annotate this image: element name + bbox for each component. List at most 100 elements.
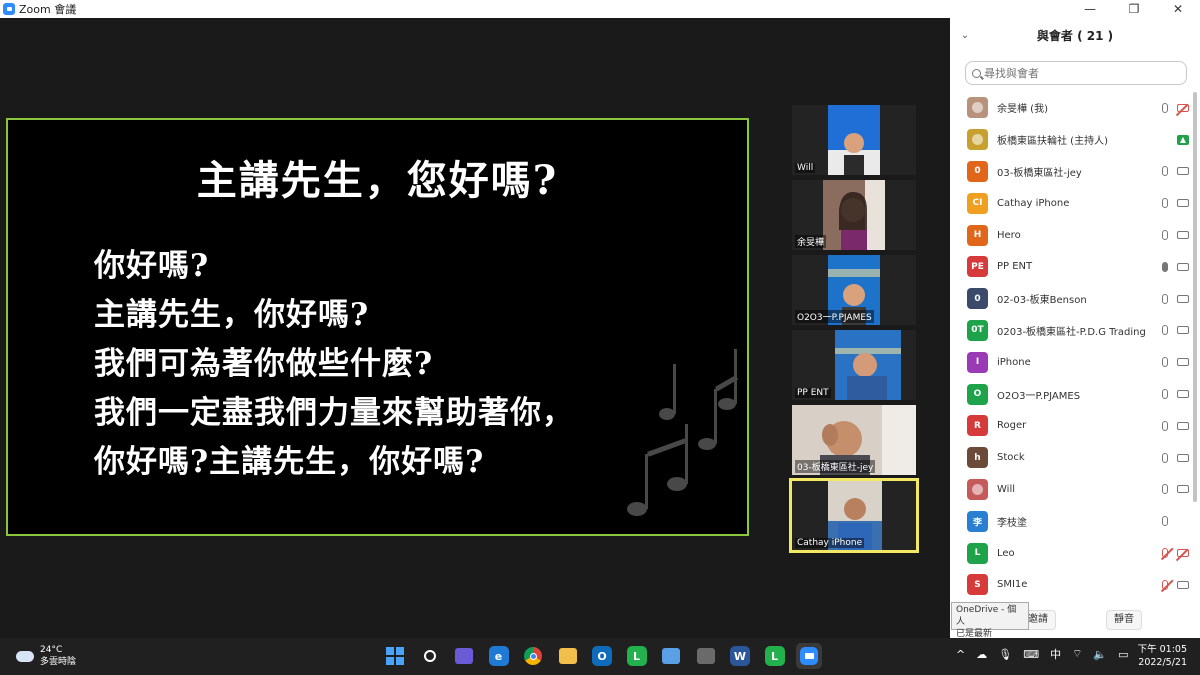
microphone-icon[interactable] — [1162, 166, 1168, 177]
search-icon[interactable] — [417, 643, 443, 669]
volume-icon[interactable]: 🔈 — [1093, 648, 1107, 661]
camera-icon[interactable] — [1177, 390, 1189, 399]
video-tile[interactable]: PP ENT — [792, 330, 916, 400]
line-icon[interactable]: L — [626, 646, 647, 666]
camera-icon[interactable] — [1177, 262, 1189, 271]
zoom-logo-icon — [3, 3, 15, 15]
explorer-icon[interactable] — [555, 643, 581, 669]
participant-row[interactable]: H Hero — [950, 219, 1192, 251]
weather-widget[interactable]: 24°C 多雲時陰 — [16, 644, 76, 668]
microphone-icon[interactable] — [1162, 325, 1168, 336]
camera-icon[interactable] — [1177, 231, 1189, 240]
camera-icon[interactable] — [1177, 485, 1189, 494]
participant-row[interactable]: h Stock — [950, 442, 1192, 474]
close-button[interactable]: ✕ — [1156, 0, 1200, 18]
camera-icon[interactable] — [1177, 167, 1189, 176]
onedrive-icon[interactable]: ☁ — [976, 648, 987, 661]
scrollbar[interactable] — [1193, 92, 1197, 502]
microphone-icon[interactable] — [1162, 357, 1168, 368]
participants-panel: ⌄ 與會者 ( 21 ) 余旻樺 (我) 板橋東區扶輪社 (主持人) ▲ 0 03-板橋… — [950, 18, 1200, 638]
participant-name: PP ENT — [997, 261, 1033, 273]
microphone-icon[interactable] — [1162, 230, 1168, 241]
video-tile[interactable]: O2O3一P.PJAMES — [792, 255, 916, 325]
video-tile[interactable]: Will — [792, 105, 916, 175]
participant-row[interactable]: CI Cathay iPhone — [950, 187, 1192, 219]
tooltip-line: OneDrive - 個人 — [956, 605, 1017, 627]
start-icon[interactable] — [382, 643, 408, 669]
participant-row[interactable]: 0 02-03-板東Benson — [950, 283, 1192, 315]
participant-row[interactable]: IiPhone — [950, 346, 1192, 378]
chevron-up-icon[interactable]: ^ — [956, 648, 965, 661]
word-icon[interactable]: W — [730, 646, 750, 666]
microphone-icon[interactable] — [1162, 516, 1168, 527]
microphone-icon[interactable]: 🎙 — [998, 648, 1012, 661]
clock[interactable]: 下午 01:05 2022/5/21 — [1138, 643, 1187, 669]
wifi-icon[interactable]: ⌔ — [1072, 647, 1082, 661]
participant-row[interactable]: Will — [950, 474, 1192, 506]
microphone-icon[interactable] — [1162, 452, 1168, 463]
participant-row[interactable]: 0 03-板橋東區社-jey — [950, 156, 1192, 188]
battery-icon[interactable]: ▭ — [1118, 648, 1128, 661]
microphone-icon[interactable] — [1162, 102, 1168, 113]
slide-line: 你好嗎? — [94, 248, 210, 284]
calculator-icon[interactable] — [693, 643, 719, 669]
avatar: 0 — [967, 160, 988, 182]
microphone-muted-icon[interactable] — [1162, 548, 1168, 559]
chat-icon[interactable] — [451, 643, 477, 669]
participant-row[interactable]: 余旻樺 (我) — [950, 92, 1192, 124]
taskbar: 24°C 多雲時陰 eOLWL ^ ☁ 🎙 ⌨ 中 ⌔ 🔈 ▭ 下午 01:05… — [0, 638, 1200, 675]
tile-name: O2O3一P.PJAMES — [795, 310, 874, 323]
ime-indicator[interactable]: 中 — [1050, 646, 1061, 662]
participant-row[interactable]: O O2O3一P.PJAMES — [950, 378, 1192, 410]
camera-icon[interactable] — [1177, 453, 1189, 462]
camera-icon[interactable] — [1177, 199, 1189, 208]
camera-icon[interactable] — [1177, 294, 1189, 303]
collapse-chevron-icon[interactable]: ⌄ — [950, 30, 980, 41]
microphone-icon[interactable] — [1162, 389, 1168, 400]
avatar — [967, 478, 988, 500]
camera-icon[interactable] — [1177, 421, 1189, 430]
participant-row[interactable]: L Leo — [950, 537, 1192, 569]
edge-icon[interactable]: e — [488, 646, 509, 666]
slide-line: 我們可為著你做些什麼? — [94, 346, 434, 382]
weather-condition: 多雲時陰 — [40, 657, 77, 667]
participant-row[interactable]: 0T 0203-板橋東區社-P.D.G Trading — [950, 315, 1192, 347]
participant-row[interactable]: S SMI1e — [950, 569, 1192, 601]
participant-row[interactable]: R Roger — [950, 410, 1192, 442]
outlook-icon[interactable]: O — [592, 646, 612, 666]
video-tile[interactable]: 03-板橋東區社-jey — [792, 405, 916, 475]
avatar: 0 — [967, 288, 988, 310]
screen-share-icon: ▲ — [1177, 134, 1189, 145]
participant-row[interactable]: 板橋東區扶輪社 (主持人) ▲ — [950, 124, 1192, 156]
maximize-button[interactable]: ❐ — [1112, 0, 1156, 18]
microphone-icon[interactable] — [1162, 420, 1168, 431]
microphone-icon[interactable] — [1162, 261, 1168, 272]
microphone-icon[interactable] — [1162, 484, 1168, 495]
microphone-icon[interactable] — [1162, 293, 1168, 304]
camera-icon[interactable] — [1177, 580, 1189, 589]
camera-off-icon[interactable] — [1177, 103, 1189, 112]
participant-name: Leo — [997, 547, 1015, 559]
search-input[interactable] — [984, 66, 1174, 80]
participant-name: 余旻樺 (我) — [997, 104, 1048, 116]
chrome-icon[interactable] — [520, 643, 546, 669]
zoom-icon[interactable] — [796, 643, 822, 669]
minimize-button[interactable]: — — [1068, 0, 1112, 18]
participant-search[interactable] — [965, 61, 1187, 85]
line2-icon[interactable]: L — [764, 646, 785, 666]
microphone-muted-icon[interactable] — [1162, 579, 1168, 590]
slide-lines: 你好嗎? 主講先生，你好嗎? 我們可為著你做些什麼? 我們一定盡我們力量來幫助著… — [94, 242, 574, 487]
slide-heading: 主講先生，您好嗎? — [196, 157, 559, 204]
notepad-icon[interactable] — [658, 643, 684, 669]
participant-row[interactable]: PE PP ENT — [950, 251, 1192, 283]
camera-icon[interactable] — [1177, 326, 1189, 335]
mute-all-button[interactable]: 靜音 — [1106, 610, 1142, 630]
participant-row[interactable]: 李李枝塗 — [950, 505, 1192, 537]
camera-off-icon[interactable] — [1177, 549, 1189, 558]
camera-icon[interactable] — [1177, 358, 1189, 367]
avatar: 李 — [967, 510, 988, 532]
video-tile[interactable]: 余旻樺 — [792, 180, 916, 250]
video-tile-active-speaker[interactable]: Cathay iPhone — [789, 478, 919, 553]
keyboard-icon[interactable]: ⌨ — [1023, 648, 1039, 661]
microphone-icon[interactable] — [1162, 198, 1168, 209]
